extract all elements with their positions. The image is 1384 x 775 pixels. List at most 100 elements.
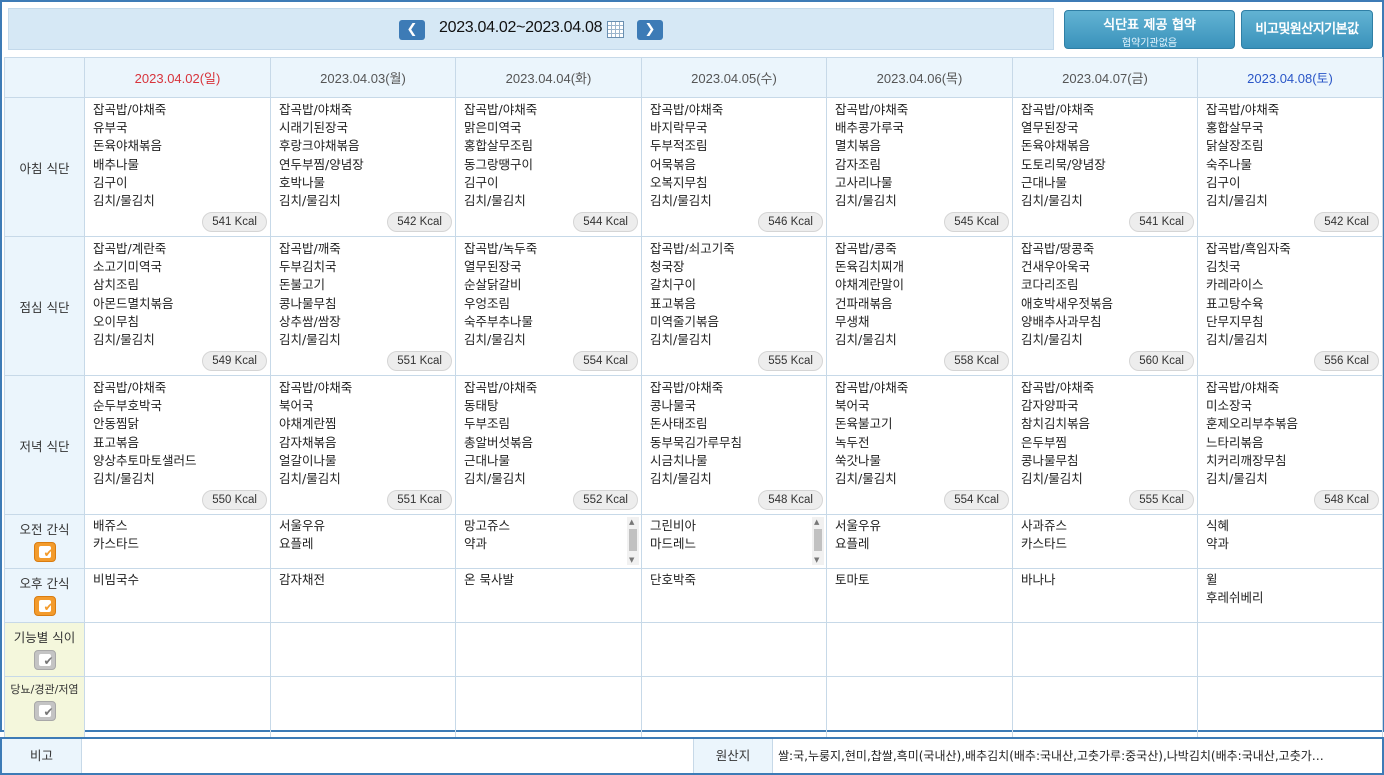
snack-items: 배쥬스 카스타드 bbox=[93, 518, 140, 551]
diet-cell[interactable] bbox=[270, 622, 456, 677]
diet-cell[interactable] bbox=[1012, 622, 1198, 677]
day-header: 2023.04.05(수) bbox=[641, 57, 827, 98]
diet-cell[interactable] bbox=[1012, 676, 1198, 739]
origin-defaults-button[interactable]: 비고및원산지기본값 bbox=[1241, 10, 1373, 49]
kcal-badge: 541 Kcal bbox=[202, 212, 267, 232]
diet-cell[interactable] bbox=[270, 676, 456, 739]
meal-cell[interactable]: 잡곡밥/야채죽 북어국 돈육불고기 녹두전 쑥갓나물 김치/물김치 554 Kcal bbox=[826, 375, 1013, 515]
meal-cell[interactable]: 잡곡밥/야채죽 미소장국 훈제오리부추볶음 느타리볶음 치커리깨장무침 김치/물김치 548… bbox=[1197, 375, 1383, 515]
meal-items: 잡곡밥/깨죽 두부김치국 돈불고기 콩나물무침 상추쌈/쌈장 김치/물김치 bbox=[279, 241, 341, 348]
meal-cell[interactable]: 잡곡밥/야채죽 바지락무국 두부적조림 어묵볶음 오복지무침 김치/물김치 546 Kcal bbox=[641, 97, 827, 237]
snack-cell[interactable]: 망고쥬스 약과 ▲ ▼ bbox=[455, 514, 642, 569]
meal-cell[interactable]: 잡곡밥/깨죽 두부김치국 돈불고기 콩나물무침 상추쌈/쌈장 김치/물김치 551 Kcal bbox=[270, 236, 456, 376]
snack-items: 서울우유 요플레 bbox=[279, 518, 326, 551]
snack-cell[interactable]: 감자채전 bbox=[270, 568, 456, 623]
date-navigator: ❮ 2023.04.02~2023.04.08 ❯ bbox=[8, 8, 1054, 50]
meal-cell[interactable]: 잡곡밥/야채죽 콩나물국 돈사태조림 동부묵김가루무침 시금치나물 김치/물김치 548 K… bbox=[641, 375, 827, 515]
diet-cell[interactable] bbox=[84, 622, 271, 677]
meal-cell[interactable]: 잡곡밥/야채죽 홍합살무국 닭살장조림 숙주나물 김구이 김치/물김치 542 Kcal bbox=[1197, 97, 1383, 237]
meal-cell[interactable]: 잡곡밥/야채죽 열무된장국 돈육야채볶음 도토리묵/양념장 근대나물 김치/물김치 541 … bbox=[1012, 97, 1198, 237]
diet-cell[interactable] bbox=[84, 676, 271, 739]
scroll-down-icon[interactable]: ▼ bbox=[629, 556, 634, 564]
snack-cell[interactable]: 바나나 bbox=[1012, 568, 1198, 623]
kcal-badge: 555 Kcal bbox=[758, 351, 823, 371]
prev-week-button[interactable]: ❮ bbox=[399, 20, 425, 40]
agreement-title: 식단표 제공 협약 bbox=[1103, 18, 1196, 33]
diet-cell[interactable] bbox=[826, 622, 1013, 677]
meal-cell[interactable]: 잡곡밥/야채죽 감자양파국 참치김치볶음 은두부찜 콩나물무침 김치/물김치 555 Kca… bbox=[1012, 375, 1198, 515]
snack-items: 식혜 약과 bbox=[1206, 518, 1230, 551]
snack-cell[interactable]: 단호박죽 bbox=[641, 568, 827, 623]
kcal-badge: 541 Kcal bbox=[1129, 212, 1194, 232]
date-range-label: 2023.04.02~2023.04.08 bbox=[439, 19, 603, 36]
corner-cell bbox=[4, 57, 85, 98]
diet-cell[interactable] bbox=[641, 676, 827, 739]
origin-field[interactable]: 쌀:국,누룽지,현미,찹쌀,흑미(국내산),배추김치(배추:국내산,고춧가루:중… bbox=[778, 739, 1382, 773]
kcal-badge: 555 Kcal bbox=[1129, 490, 1194, 510]
meal-cell[interactable]: 잡곡밥/콩죽 돈육김치찌개 야채계란말이 건파래볶음 무생채 김치/물김치 558 Kcal bbox=[826, 236, 1013, 376]
meal-label: 저녁 식단 bbox=[4, 375, 85, 515]
note-label: 비고 bbox=[2, 739, 82, 773]
snack-cell[interactable]: 토마토 bbox=[826, 568, 1013, 623]
snack-items: 망고쥬스 약과 bbox=[464, 518, 511, 551]
orange-check-icon[interactable]: ✔ bbox=[33, 596, 56, 616]
day-header: 2023.04.02(일) bbox=[84, 57, 271, 98]
menu-frame: ❮ 2023.04.02~2023.04.08 ❯ 식단표 제공 협약 협약기관… bbox=[0, 0, 1384, 739]
meal-cell[interactable]: 잡곡밥/흑임자죽 김칫국 카레라이스 표고탕수육 단무지무침 김치/물김치 556 Kcal bbox=[1197, 236, 1383, 376]
kcal-badge: 548 Kcal bbox=[1314, 490, 1379, 510]
meal-cell[interactable]: 잡곡밥/쇠고기죽 청국장 갈치구이 표고볶음 미역줄기볶음 김치/물김치 555 Kcal bbox=[641, 236, 827, 376]
meal-cell[interactable]: 잡곡밥/녹두죽 열무된장국 순살닭갈비 우엉조림 숙주부추나물 김치/물김치 554 Kca… bbox=[455, 236, 642, 376]
meal-cell[interactable]: 잡곡밥/야채죽 순두부호박국 안동찜닭 표고볶음 양상추토마토샐러드 김치/물김치 550 … bbox=[84, 375, 271, 515]
meal-items: 잡곡밥/땅콩죽 건새우아욱국 코다리조림 애호박새우젓볶음 양배추사과무침 김치/물김치 bbox=[1021, 241, 1114, 348]
gray-check-icon[interactable]: ✔ bbox=[33, 701, 56, 721]
meal-cell[interactable]: 잡곡밥/야채죽 맑은미역국 홍합살무조림 동그랑땡구이 김구이 김치/물김치 544 Kca… bbox=[455, 97, 642, 237]
meal-cell[interactable]: 잡곡밥/계란죽 소고기미역국 삼치조림 아몬드멸치볶음 오이무침 김치/물김치 549 Kc… bbox=[84, 236, 271, 376]
kcal-badge: 551 Kcal bbox=[387, 490, 452, 510]
snack-items: 서울우유 요플레 bbox=[835, 518, 882, 551]
scrollbar[interactable]: ▲ ▼ bbox=[812, 517, 824, 565]
meal-items: 잡곡밥/야채죽 동태탕 두부조림 총알버섯볶음 근대나물 김치/물김치 bbox=[464, 380, 538, 487]
kcal-badge: 549 Kcal bbox=[202, 351, 267, 371]
snack-cell[interactable]: 그린비아 마드레느 ▲ ▼ bbox=[641, 514, 827, 569]
scroll-thumb[interactable] bbox=[629, 529, 637, 551]
calendar-icon[interactable] bbox=[607, 21, 624, 38]
scroll-thumb[interactable] bbox=[814, 529, 822, 551]
snack-cell[interactable]: 비빔국수 bbox=[84, 568, 271, 623]
diet-cell[interactable] bbox=[1197, 622, 1383, 677]
snack-cell[interactable]: 온 묵사발 bbox=[455, 568, 642, 623]
meal-items: 잡곡밥/야채죽 홍합살무국 닭살장조림 숙주나물 김구이 김치/물김치 bbox=[1206, 102, 1280, 209]
meal-cell[interactable]: 잡곡밥/땅콩죽 건새우아욱국 코다리조림 애호박새우젓볶음 양배추사과무침 김치/물김치 5… bbox=[1012, 236, 1198, 376]
scroll-up-icon[interactable]: ▲ bbox=[629, 518, 634, 526]
meal-cell[interactable]: 잡곡밥/야채죽 배추콩가루국 멸치볶음 감자조림 고사리나물 김치/물김치 545 Kcal bbox=[826, 97, 1013, 237]
next-week-button[interactable]: ❯ bbox=[637, 20, 663, 40]
snack-items: 토마토 bbox=[835, 572, 870, 587]
snack-items: 온 묵사발 bbox=[464, 572, 514, 587]
snack-cell[interactable]: 서울우유 요플레 bbox=[826, 514, 1013, 569]
diet-cell[interactable] bbox=[455, 622, 642, 677]
diet-cell[interactable] bbox=[1197, 676, 1383, 739]
diet-cell[interactable] bbox=[455, 676, 642, 739]
chevron-left-icon: ❮ bbox=[406, 22, 418, 37]
agreement-subtitle: 협약기관없음 bbox=[1121, 38, 1178, 49]
meal-cell[interactable]: 잡곡밥/야채죽 시래기된장국 후랑크야채볶음 연두부찜/양념장 호박나물 김치/물김치 54… bbox=[270, 97, 456, 237]
snack-cell[interactable]: 윌 후레쉬베리 bbox=[1197, 568, 1383, 623]
meal-cell[interactable]: 잡곡밥/야채죽 동태탕 두부조림 총알버섯볶음 근대나물 김치/물김치 552 Kcal bbox=[455, 375, 642, 515]
diet-cell[interactable] bbox=[641, 622, 827, 677]
meal-cell[interactable]: 잡곡밥/야채죽 유부국 돈육야채볶음 배추나물 김구이 김치/물김치 541 Kcal bbox=[84, 97, 271, 237]
orange-check-icon[interactable]: ✔ bbox=[33, 542, 56, 562]
note-field[interactable] bbox=[83, 739, 693, 773]
kcal-badge: 546 Kcal bbox=[758, 212, 823, 232]
snack-cell[interactable]: 서울우유 요플레 bbox=[270, 514, 456, 569]
meal-cell[interactable]: 잡곡밥/야채죽 북어국 야채계란찜 감자채볶음 얼갈이나물 김치/물김치 551 Kcal bbox=[270, 375, 456, 515]
scroll-up-icon[interactable]: ▲ bbox=[814, 518, 819, 526]
kcal-badge: 545 Kcal bbox=[944, 212, 1009, 232]
diet-cell[interactable] bbox=[826, 676, 1013, 739]
gray-check-icon[interactable]: ✔ bbox=[33, 650, 56, 670]
snack-cell[interactable]: 식혜 약과 bbox=[1197, 514, 1383, 569]
snack-cell[interactable]: 배쥬스 카스타드 bbox=[84, 514, 271, 569]
scroll-down-icon[interactable]: ▼ bbox=[814, 556, 819, 564]
scrollbar[interactable]: ▲ ▼ bbox=[627, 517, 639, 565]
kcal-badge: 551 Kcal bbox=[387, 351, 452, 371]
snack-cell[interactable]: 사과쥬스 카스타드 bbox=[1012, 514, 1198, 569]
menu-agreement-button[interactable]: 식단표 제공 협약 협약기관없음 bbox=[1064, 10, 1235, 49]
